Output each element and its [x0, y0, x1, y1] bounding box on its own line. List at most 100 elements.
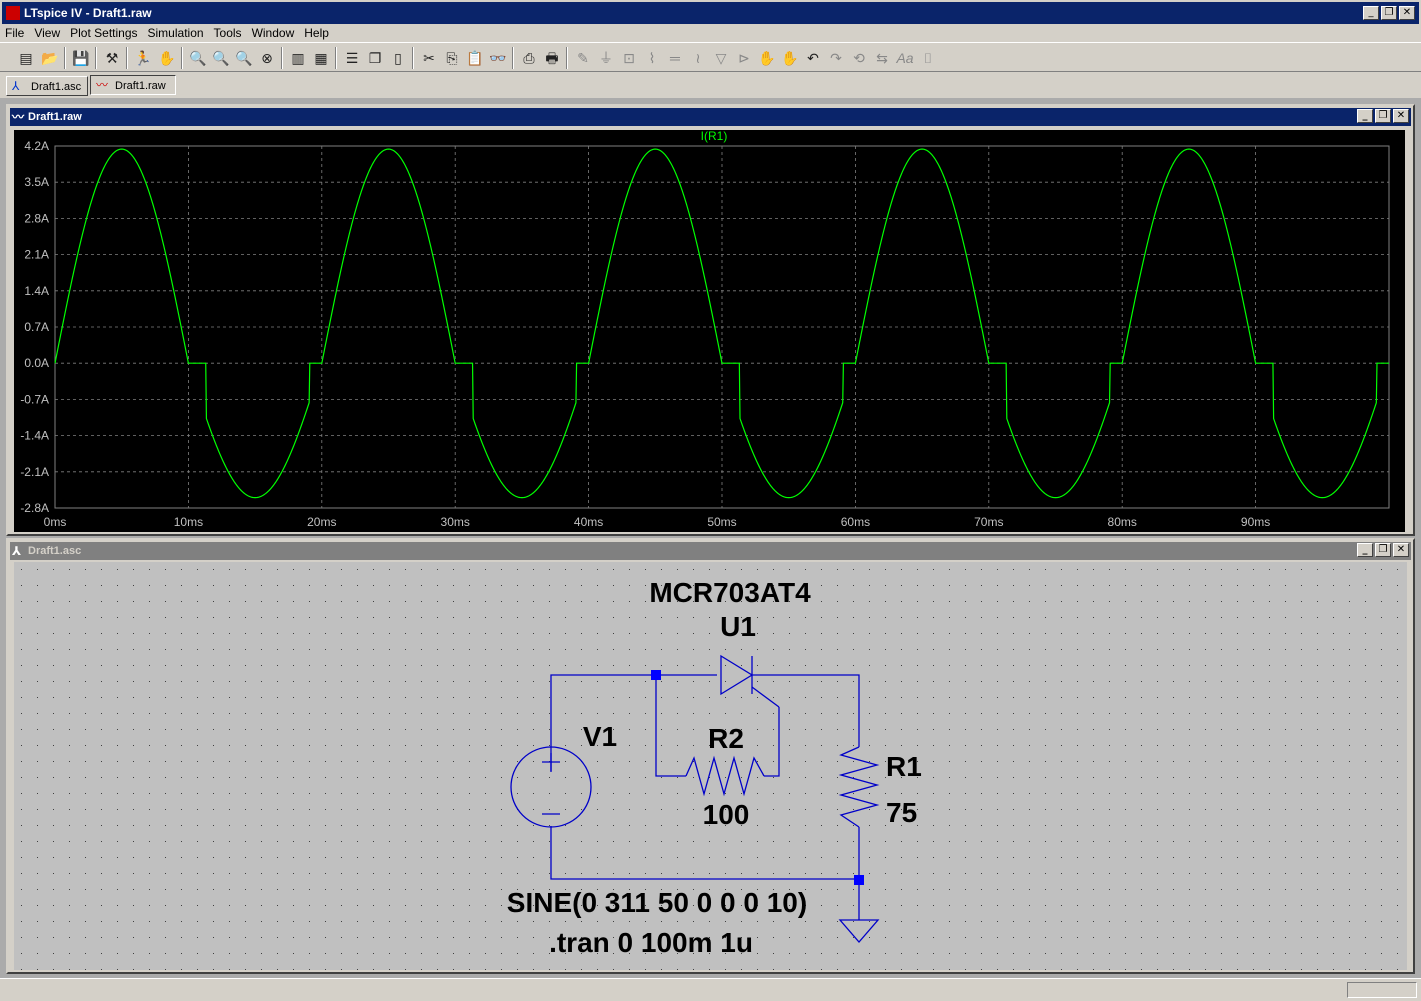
- spice-directive-icon[interactable]: ⌷: [918, 48, 938, 68]
- redo-icon[interactable]: ↷: [826, 48, 846, 68]
- rotate-icon[interactable]: ⟲: [849, 48, 869, 68]
- toolbar-separator: [566, 47, 568, 69]
- zoom-cancel-icon[interactable]: ⊗: [257, 48, 277, 68]
- y-tick-label[interactable]: -0.7A: [20, 392, 49, 406]
- move-icon[interactable]: ✋: [757, 48, 777, 68]
- undo-icon[interactable]: ↶: [803, 48, 823, 68]
- waveform-plot-pane[interactable]: 4.2A 3.5A 2.8A 2.1A 1.4A 0.7A 0.0A -0.7A -1.4A -2…: [14, 129, 1405, 532]
- y-tick-label[interactable]: 0.0A: [24, 356, 49, 370]
- v1-name-label[interactable]: V1: [583, 721, 617, 752]
- component-icon[interactable]: ⊳: [734, 48, 754, 68]
- wire-icon[interactable]: ✎: [573, 48, 593, 68]
- tab-draft1-asc[interactable]: ⅄ Draft1.asc: [6, 76, 88, 96]
- y-tick-label[interactable]: 4.2A: [24, 139, 49, 153]
- r2-name-label[interactable]: R2: [708, 723, 744, 754]
- diode-icon[interactable]: ▽: [711, 48, 731, 68]
- y-tick-label[interactable]: -2.8A: [20, 501, 49, 515]
- x-tick-label[interactable]: 20ms: [307, 515, 336, 529]
- paste-icon[interactable]: 📋: [465, 48, 485, 68]
- zoom-out-icon[interactable]: 🔍: [211, 48, 231, 68]
- cascade-icon[interactable]: ❐: [365, 48, 385, 68]
- minimize-icon[interactable]: _: [1357, 543, 1373, 557]
- r2-value-label[interactable]: 100: [703, 799, 750, 830]
- toolbar-separator: [281, 47, 283, 69]
- maximize-icon[interactable]: ❐: [1375, 109, 1391, 123]
- junction-dot: [651, 670, 661, 680]
- x-tick-label[interactable]: 50ms: [707, 515, 736, 529]
- tile-horizontal-icon[interactable]: ☰: [342, 48, 362, 68]
- print-preview-icon[interactable]: ⎙: [519, 48, 539, 68]
- x-tick-label[interactable]: 0ms: [44, 515, 67, 529]
- run-icon[interactable]: 🏃: [133, 48, 153, 68]
- y-tick-label[interactable]: 2.1A: [24, 248, 49, 262]
- menu-window[interactable]: Window: [247, 24, 300, 40]
- menu-plot-settings[interactable]: Plot Settings: [65, 24, 142, 40]
- autorange-icon[interactable]: ▥: [288, 48, 308, 68]
- copy-icon[interactable]: ⎘: [442, 48, 462, 68]
- open-icon[interactable]: 📂: [40, 48, 60, 68]
- x-tick-label[interactable]: 40ms: [574, 515, 603, 529]
- x-tick-label[interactable]: 80ms: [1108, 515, 1137, 529]
- manual-limits-icon[interactable]: ▦: [311, 48, 331, 68]
- x-tick-label[interactable]: 70ms: [974, 515, 1003, 529]
- control-panel-icon[interactable]: ⚒: [102, 48, 122, 68]
- new-schematic-icon[interactable]: ▤: [16, 48, 36, 68]
- ltspice-app-icon[interactable]: [6, 6, 20, 20]
- spice-directive-tran[interactable]: .tran 0 100m 1u: [549, 927, 753, 958]
- u1-name-label[interactable]: U1: [720, 611, 756, 642]
- label-icon[interactable]: ⊡: [619, 48, 639, 68]
- mirror-icon[interactable]: ⇆: [872, 48, 892, 68]
- menu-help[interactable]: Help: [299, 24, 334, 40]
- x-tick-label[interactable]: 10ms: [174, 515, 203, 529]
- r1-name-label[interactable]: R1: [886, 751, 922, 782]
- close-icon[interactable]: ✕: [1393, 543, 1409, 557]
- schematic-window-title: Draft1.asc: [28, 545, 82, 557]
- schematic-canvas[interactable]: MCR703AT4 U1 V1 R2 100 R1 75 SINE(0 311 …: [14, 562, 1407, 970]
- menu-tools[interactable]: Tools: [209, 24, 247, 40]
- y-tick-label[interactable]: 3.5A: [24, 175, 49, 189]
- resistor-icon[interactable]: ⌇: [642, 48, 662, 68]
- y-tick-label[interactable]: -2.1A: [20, 465, 49, 479]
- halt-icon[interactable]: ✋: [157, 48, 177, 68]
- trace-label-i-r1[interactable]: I(R1): [701, 129, 728, 143]
- find-icon[interactable]: 👓: [488, 48, 508, 68]
- y-tick-label[interactable]: 1.4A: [24, 284, 49, 298]
- x-tick-label[interactable]: 90ms: [1241, 515, 1270, 529]
- print-icon[interactable]: 🖶: [542, 48, 562, 68]
- toolbar-separator: [95, 47, 97, 69]
- tab-draft1-raw[interactable]: 〰 Draft1.raw: [90, 75, 176, 95]
- menu-simulation[interactable]: Simulation: [143, 24, 209, 40]
- y-tick-label[interactable]: 2.8A: [24, 211, 49, 225]
- toolbar-separator: [126, 47, 128, 69]
- capacitor-icon[interactable]: ═: [665, 48, 685, 68]
- close-icon[interactable]: ✕: [1393, 109, 1409, 123]
- inductor-icon[interactable]: ≀: [688, 48, 708, 68]
- close-icon[interactable]: ✕: [1399, 6, 1415, 20]
- zoom-in-icon[interactable]: 🔍: [188, 48, 208, 68]
- ground-icon[interactable]: ⏚: [596, 48, 616, 68]
- zoom-fit-icon[interactable]: 🔍: [234, 48, 254, 68]
- waveform-window-title: Draft1.raw: [28, 111, 82, 123]
- x-tick-label[interactable]: 60ms: [841, 515, 870, 529]
- maximize-icon[interactable]: ❐: [1375, 543, 1391, 557]
- menu-file[interactable]: File: [0, 24, 29, 40]
- r1-value-label[interactable]: 75: [886, 797, 917, 828]
- cut-icon[interactable]: ✂: [419, 48, 439, 68]
- y-tick-label[interactable]: -1.4A: [20, 429, 49, 443]
- tile-vertical-icon[interactable]: ▯: [388, 48, 408, 68]
- drag-icon[interactable]: ✋: [780, 48, 800, 68]
- x-tick-label[interactable]: 30ms: [441, 515, 470, 529]
- minimize-icon[interactable]: _: [1357, 109, 1373, 123]
- maximize-icon[interactable]: ❐: [1381, 6, 1397, 20]
- minimize-icon[interactable]: _: [1363, 6, 1379, 20]
- v1-value-label[interactable]: SINE(0 311 50 0 0 0 10): [507, 887, 807, 918]
- y-tick-label[interactable]: 0.7A: [24, 320, 49, 334]
- u1-model-label[interactable]: MCR703AT4: [649, 577, 811, 608]
- waveform-plot[interactable]: 4.2A 3.5A 2.8A 2.1A 1.4A 0.7A 0.0A -0.7A -1.4A -2…: [14, 129, 1405, 532]
- toolbar-separator: [64, 47, 66, 69]
- save-icon[interactable]: 💾: [71, 48, 91, 68]
- schematic-drawing[interactable]: MCR703AT4 U1 V1 R2 100 R1 75 SINE(0 311 …: [14, 562, 1407, 970]
- schematic-icon: ⅄: [12, 544, 22, 558]
- text-icon[interactable]: Aa: [895, 48, 915, 68]
- menu-view[interactable]: View: [29, 24, 65, 40]
